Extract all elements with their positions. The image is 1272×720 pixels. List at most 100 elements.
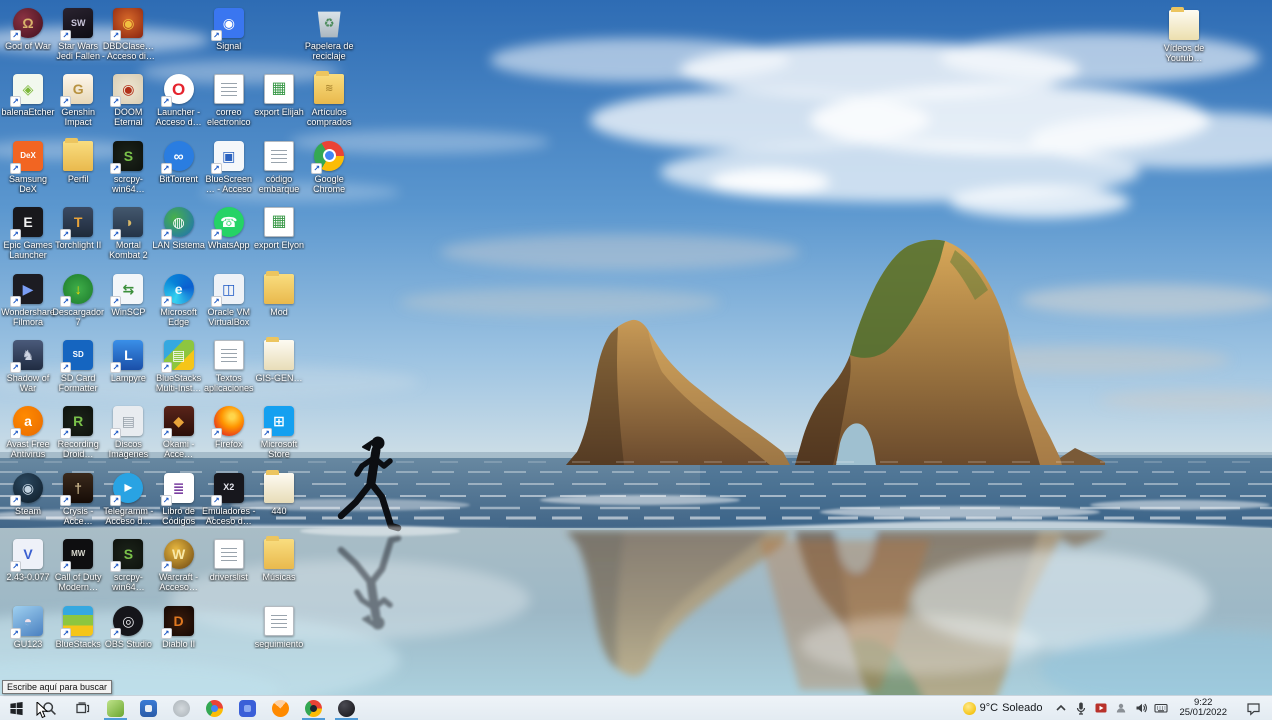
desktop-icon-m-sicas[interactable]: Músicas: [252, 536, 306, 582]
desktop-icon-libro-de-c-digos[interactable]: ≣ ↗ Libro de Códigos: [152, 472, 206, 526]
desktop-icon-warcraft-acceso[interactable]: W ↗ Warcraft - Acceso…: [152, 539, 206, 592]
desktop-icon-bittorrent[interactable]: ∞ ↗ BitTorrent: [152, 140, 206, 184]
desktop-icon-layer: Ω↗God of WarSW↗Star Wars Jedi Fallen Ord…: [0, 0, 1272, 695]
app-icon: T ↗: [60, 207, 94, 241]
taskbar: 9°C Soleado 9:22 25/01/2022: [0, 695, 1272, 720]
weather-condition: Soleado: [1002, 702, 1043, 714]
start-button[interactable]: [0, 696, 33, 720]
app-icon: L ↗: [110, 340, 144, 373]
desktop-icon-diablo-ii[interactable]: D ↗ Diablo II: [152, 605, 206, 649]
shortcut-arrow-icon: ↗: [110, 494, 122, 506]
desktop-icon-discos-im-genes[interactable]: ▤ ↗ Discos Imágenes: [101, 406, 155, 459]
desktop-icon-bluescreen-acceso-dir[interactable]: ▣↗BlueScreen… - Acceso dir…: [202, 140, 256, 194]
desktop-icon-samsung-dex[interactable]: DeX ↗ Samsung DeX: [1, 140, 55, 194]
desktop-icon-bluestacks[interactable]: ↗ BlueStacks: [51, 605, 105, 649]
weather-widget[interactable]: 9°C Soleado: [957, 701, 1049, 715]
desktop-icon-sd-card-formatter[interactable]: SD ↗ SD Card Formatter: [51, 340, 105, 393]
desktop-icon-google-chrome[interactable]: ↗ Google Chrome: [302, 140, 356, 194]
shortcut-arrow-icon: ↗: [160, 229, 172, 241]
microphone-icon[interactable]: [1071, 696, 1091, 720]
desktop-icon-dbdclase-acceso-di[interactable]: ◉ ↗ DBDClase… - Acceso di…: [101, 8, 155, 61]
icon-label: SD Card Formatter: [58, 373, 98, 393]
desktop-icon-whatsapp[interactable]: ☎ ↗ WhatsApp: [202, 207, 256, 250]
keyboard-icon[interactable]: [1151, 696, 1171, 720]
desktop-icon-oracle-vm-virtualbox[interactable]: ◫ ↗ Oracle VM VirtualBox: [202, 273, 256, 327]
faded-app-taskbar-button[interactable]: [165, 696, 198, 720]
desktop-icon-shadow-of-war[interactable]: ♞ ↗ Shadow of War: [1, 340, 55, 393]
desktop-icon-steam[interactable]: ◉ ↗ Steam: [1, 472, 55, 516]
desktop-icon-balenaetcher[interactable]: ◈ ↗ balenaEtcher: [1, 74, 55, 117]
desktop-icon-winscp[interactable]: ⇆ ↗ WinSCP: [101, 273, 155, 317]
desktop-icon-perfil[interactable]: Perfil: [51, 137, 105, 184]
desktop-icon-v-deos-de-youtub[interactable]: Vídeos de Youtub…: [1157, 7, 1211, 63]
desktop-icon-genshin-impact[interactable]: G ↗ Genshin Impact: [51, 74, 105, 127]
desktop-icon-export-elijah[interactable]: ▦ export Elijah: [252, 74, 306, 117]
desktop-icon-firefox[interactable]: ↗ Firefox: [202, 406, 256, 449]
chrome-taskbar-button[interactable]: [198, 696, 231, 720]
shortcut-arrow-icon: ↗: [10, 362, 21, 373]
icon-label: Microsoft Edge: [160, 306, 197, 327]
desktop-icon-microsoft-store[interactable]: ⊞ ↗ Microsoft Store: [252, 406, 306, 459]
desktop-icon-doom-eternal[interactable]: ◉ ↗ DOOM Eternal: [101, 74, 155, 127]
desktop-icon-wondershare-filmora[interactable]: ▶ ↗ Wondershare Filmora: [1, 273, 55, 327]
desktop-icon-papelera-de-reciclaje[interactable]: ♻ Papelera de reciclaje: [302, 8, 356, 61]
app-icon: ◍ ↗: [160, 207, 194, 241]
shortcut-arrow-icon: ↗: [210, 229, 222, 241]
desktop-icon-god-of-war[interactable]: Ω ↗ God of War: [1, 8, 55, 51]
app-icon: V ↗: [10, 539, 43, 573]
desktop-icon-emuladores-acceso-d[interactable]: X2 ↗ Emuladores - Acceso d…: [202, 472, 256, 526]
desktop-icon-signal[interactable]: ◉ ↗ Signal: [202, 8, 256, 51]
desktop-icon-textos-aplicaciones[interactable]: Textos aplicaciones: [202, 340, 256, 393]
desktop-icon-mod[interactable]: Mod: [252, 270, 306, 317]
people-app-icon[interactable]: [1111, 696, 1131, 720]
toolbox-app-taskbar-button[interactable]: [132, 696, 165, 720]
video-app-icon[interactable]: [1091, 696, 1111, 720]
orange-app-taskbar-button[interactable]: [264, 696, 297, 720]
chevron-up-icon[interactable]: [1051, 696, 1071, 720]
dark-app-taskbar-button[interactable]: [330, 696, 363, 720]
shortcut-arrow-icon: ↗: [10, 96, 21, 108]
desktop-icon-call-of-duty-modern[interactable]: MW ↗ Call of Duty Modern…: [51, 539, 105, 592]
clock[interactable]: 9:22 25/01/2022: [1174, 698, 1232, 718]
desktop-icon-scrcpy-win64[interactable]: S ↗ scrcpy-win64…: [101, 140, 155, 194]
desktop-icon-star-wars-jedi-fallen-order[interactable]: SW↗Star Wars Jedi Fallen Order: [51, 8, 105, 61]
desktop-icon-seguimiento[interactable]: seguimiento: [252, 605, 306, 649]
shortcut-arrow-icon: ↗: [160, 162, 172, 174]
desktop-icon-recording-droid[interactable]: R ↗ Recording Droid…: [51, 406, 105, 459]
desktop-icon-export-elyon[interactable]: ▦ export Elyon: [252, 207, 306, 250]
task-view-button[interactable]: [66, 696, 99, 720]
shortcut-arrow-icon: ↗: [160, 362, 172, 373]
app-icon: ◉ ↗: [210, 8, 244, 41]
desktop-icon-crysis-acce[interactable]: † ↗ Crysis - Acce…: [51, 472, 105, 526]
shortcut-arrow-icon: ↗: [210, 428, 222, 440]
chrome-profile-taskbar-button[interactable]: [297, 696, 330, 720]
desktop-icon-obs-studio[interactable]: ◎ ↗ OBS Studio: [101, 605, 155, 649]
desktop-icon-2-43-0-077[interactable]: V ↗ 2.43-0.077: [1, 539, 55, 582]
desktop-icon-art-culos-comprados[interactable]: ≋ Artículos comprados: [302, 71, 356, 127]
desktop-icon-lan-sistema[interactable]: ◍ ↗ LAN Sistema: [152, 207, 206, 250]
desktop-icon-descargador-7[interactable]: ↓ ↗ Descargador 7: [51, 273, 105, 327]
desktop-icon-torchlight-ii[interactable]: T ↗ Torchlight II: [51, 207, 105, 250]
desktop-icon-gis-gen[interactable]: GIS-GEN…: [252, 337, 306, 383]
desktop-icon-avast-free-antivirus[interactable]: a ↗ Avast Free Antivirus: [1, 406, 55, 459]
desktop-icon-bluestacks-multi-inst[interactable]: ▤ ↗ BlueStacks Multi-Inst…: [152, 340, 206, 393]
desktop-icon-driverslist[interactable]: driverslist: [202, 539, 256, 582]
desktop-icon-440[interactable]: 440: [252, 469, 306, 516]
desktop-icon-gu123[interactable]: ◓ ↗ GU123: [1, 605, 55, 649]
desktop-icon-lampyre[interactable]: L ↗ Lampyre: [101, 340, 155, 383]
app-icon: [264, 337, 294, 370]
remote-app-taskbar-button[interactable]: [231, 696, 264, 720]
desktop-icon-correo-electronico[interactable]: correo electronico: [202, 74, 256, 127]
desktop-icon-microsoft-edge[interactable]: e ↗ Microsoft Edge: [152, 273, 206, 327]
desktop-icon-scrcpy-win64[interactable]: S ↗ scrcpy-win64…: [101, 539, 155, 592]
shortcut-arrow-icon: ↗: [60, 362, 72, 373]
action-center-button[interactable]: [1235, 701, 1270, 716]
desktop-icon-c-digo-embarque[interactable]: código embarque: [252, 140, 306, 194]
desktop-icon-telegramm-acceso-d[interactable]: ▸ ↗ Telegramm - Acceso d…: [101, 472, 155, 526]
speaker-icon[interactable]: [1131, 696, 1151, 720]
desktop-icon-epic-games-launcher[interactable]: E ↗ Epic Games Launcher: [1, 207, 55, 260]
notepad-app-taskbar-button[interactable]: [99, 696, 132, 720]
desktop-icon-mortal-kombat-2[interactable]: ◑ ↗ Mortal Kombat 2: [101, 207, 155, 260]
desktop-icon-okami-acce[interactable]: ◆ ↗ Okami - Acce…: [152, 406, 206, 459]
desktop-icon-launcher-acceso-d[interactable]: O ↗ Launcher - Acceso d…: [152, 74, 206, 127]
